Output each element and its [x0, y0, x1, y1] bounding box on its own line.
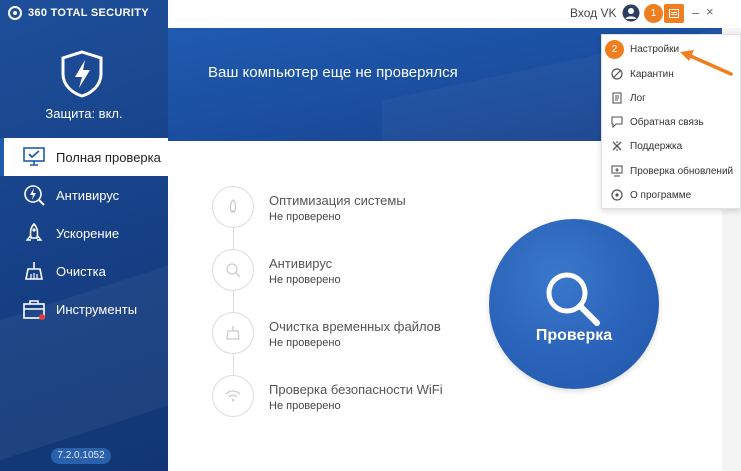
- step-title: Очистка временных файлов: [269, 319, 441, 334]
- sidebar-item-antivirus[interactable]: Антивирус: [0, 176, 168, 214]
- magnifier-icon: [546, 272, 600, 326]
- banner-title: Ваш компьютер еще не проверялся: [208, 64, 458, 81]
- sidebar-item-label: Инструменты: [56, 301, 138, 317]
- main-menu-button[interactable]: [664, 4, 684, 23]
- version-badge: 7.2.0.1052: [51, 448, 111, 464]
- brand-logo-icon: [8, 6, 22, 20]
- brand: 360 TOTAL SECURITY: [8, 6, 149, 20]
- shield-lightning-icon: [61, 50, 103, 98]
- monitor-check-icon: [22, 145, 46, 169]
- annotation-badge-1: 1: [644, 4, 663, 23]
- protection-status: Защита: вкл.: [45, 106, 123, 121]
- menu-item-label: О программе: [630, 189, 692, 201]
- scan-button[interactable]: Проверка: [489, 219, 659, 389]
- tools-icon: [610, 139, 624, 153]
- rocket-outline-icon: [212, 186, 254, 228]
- step-title: Антивирус: [269, 256, 333, 271]
- menu-item-label: Карантин: [630, 68, 674, 80]
- sidebar-item-label: Полная проверка: [56, 149, 161, 165]
- step-status: Не проверено: [269, 400, 341, 412]
- menu-item-quarantine[interactable]: Карантин: [610, 64, 674, 84]
- document-icon: [610, 91, 624, 105]
- step-title: Проверка безопасности WiFi: [269, 382, 443, 397]
- sidebar-nav: Полная проверка Антивирус Ускорение Очис…: [0, 138, 168, 328]
- step-title: Оптимизация системы: [269, 193, 406, 208]
- wifi-outline-icon: [212, 375, 254, 417]
- update-icon: [610, 164, 624, 178]
- title-bar: Вход VK 1 – ×: [168, 0, 741, 28]
- step-item: Проверка безопасности WiFi Не проверено: [212, 375, 472, 419]
- prohibited-icon: [610, 67, 624, 81]
- chat-icon: [610, 115, 624, 129]
- brand-name: 360 TOTAL SECURITY: [28, 7, 149, 19]
- rocket-icon: [22, 221, 46, 245]
- sidebar: 360 TOTAL SECURITY Защита: вкл. Полная п…: [0, 0, 168, 471]
- menu-item-label: Обратная связь: [630, 116, 704, 128]
- menu-icon: [669, 9, 679, 18]
- annotation-arrow-icon: [680, 50, 733, 76]
- step-item: Антивирус Не проверено: [212, 249, 472, 293]
- sidebar-item-label: Антивирус: [56, 187, 120, 203]
- toolbox-icon: [22, 297, 46, 321]
- step-status: Не проверено: [269, 274, 341, 286]
- user-avatar-icon[interactable]: [622, 4, 640, 22]
- login-vk-link[interactable]: Вход VK: [570, 6, 617, 20]
- menu-item-label: Поддержка: [630, 140, 683, 152]
- minimize-button[interactable]: –: [692, 5, 699, 20]
- step-item: Очистка временных файлов Не проверено: [212, 312, 472, 356]
- sidebar-item-speedup[interactable]: Ускорение: [0, 214, 168, 252]
- scan-button-label: Проверка: [535, 327, 613, 344]
- menu-item-label: Лог: [630, 92, 646, 104]
- menu-item-feedback[interactable]: Обратная связь: [610, 112, 704, 132]
- sidebar-item-cleanup[interactable]: Очистка: [0, 252, 168, 290]
- close-button[interactable]: ×: [706, 4, 714, 19]
- broom-icon: [22, 259, 46, 283]
- sidebar-item-label: Очистка: [56, 263, 106, 279]
- menu-item-check-updates[interactable]: Проверка обновлений: [610, 161, 733, 181]
- step-item: Оптимизация системы Не проверено: [212, 186, 472, 230]
- step-status: Не проверено: [269, 211, 341, 223]
- broom-outline-icon: [212, 312, 254, 354]
- sidebar-item-tools[interactable]: Инструменты: [0, 290, 168, 328]
- menu-item-log[interactable]: Лог: [610, 88, 646, 108]
- sidebar-item-full-scan[interactable]: Полная проверка: [0, 138, 168, 176]
- menu-item-label: Проверка обновлений: [630, 165, 734, 177]
- sidebar-item-label: Ускорение: [56, 225, 120, 241]
- lightning-search-icon: [22, 183, 46, 207]
- menu-item-about[interactable]: О программе: [610, 185, 691, 205]
- magnifier-outline-icon: [212, 249, 254, 291]
- menu-item-support[interactable]: Поддержка: [610, 136, 682, 156]
- menu-item-label: Настройки: [630, 43, 680, 55]
- annotation-badge-2: 2: [605, 40, 624, 59]
- info-logo-icon: [610, 188, 624, 202]
- step-status: Не проверено: [269, 337, 341, 349]
